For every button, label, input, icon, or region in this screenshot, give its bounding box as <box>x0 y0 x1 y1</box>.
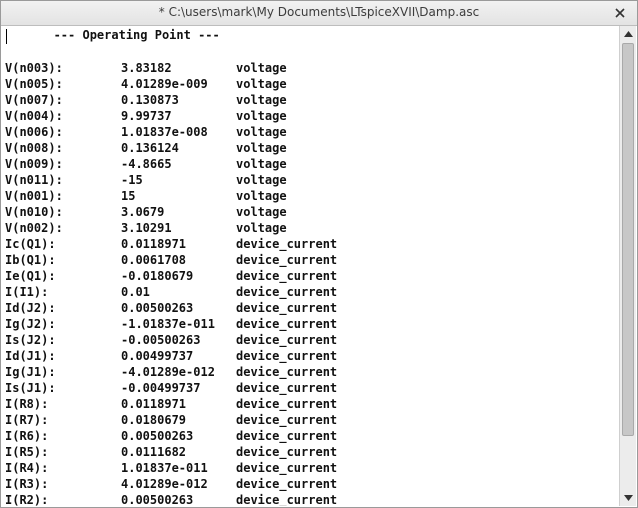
row-type: voltage <box>236 141 287 155</box>
row-type: device_current <box>236 349 338 363</box>
row-name: I(R3): <box>5 477 49 491</box>
row-value: 0.0118971 <box>121 397 187 411</box>
row-value: 0.00500263 <box>121 429 194 443</box>
row-type: voltage <box>236 173 287 187</box>
row-value: 0.00500263 <box>121 493 194 506</box>
row-type: device_current <box>236 413 338 427</box>
row-name: Id(J1): <box>5 349 56 363</box>
row-type: device_current <box>236 333 338 347</box>
row-value: 0.0111682 <box>121 445 187 459</box>
vertical-scrollbar[interactable] <box>619 26 636 506</box>
row-name: Ic(Q1): <box>5 237 56 251</box>
row-type: voltage <box>236 93 287 107</box>
row-value: 0.0180679 <box>121 413 187 427</box>
operating-point-header: --- Operating Point --- <box>3 28 220 42</box>
row-value: 0.00500263 <box>121 301 194 315</box>
row-value: -0.0180679 <box>121 269 194 283</box>
row-type: device_current <box>236 301 338 315</box>
row-value: 0.136124 <box>121 141 179 155</box>
row-type: voltage <box>236 157 287 171</box>
row-type: device_current <box>236 477 338 491</box>
row-type: device_current <box>236 317 338 331</box>
row-name: Ig(J2): <box>5 317 56 331</box>
row-type: device_current <box>236 269 338 283</box>
row-name: V(n001): <box>5 189 63 203</box>
row-value: -4.8665 <box>121 157 172 171</box>
row-name: V(n010): <box>5 205 63 219</box>
row-value: -0.00499737 <box>121 381 201 395</box>
close-button[interactable] <box>611 4 629 22</box>
row-name: V(n006): <box>5 125 63 139</box>
triangle-up-icon <box>623 31 633 37</box>
row-name: I(R5): <box>5 445 49 459</box>
row-name: Is(J1): <box>5 381 56 395</box>
row-value: 3.10291 <box>121 221 172 235</box>
row-value: 3.83182 <box>121 61 172 75</box>
row-value: 0.0061708 <box>121 253 187 267</box>
row-type: device_current <box>236 461 338 475</box>
close-icon <box>615 8 625 18</box>
row-type: device_current <box>236 285 338 299</box>
row-name: V(n008): <box>5 141 63 155</box>
row-name: V(n009): <box>5 157 63 171</box>
row-type: voltage <box>236 109 287 123</box>
row-type: voltage <box>236 189 287 203</box>
row-name: I(R6): <box>5 429 49 443</box>
row-name: V(n011): <box>5 173 63 187</box>
row-type: voltage <box>236 125 287 139</box>
row-name: Ig(J1): <box>5 365 56 379</box>
row-value: 4.01289e-012 <box>121 477 208 491</box>
row-type: device_current <box>236 365 338 379</box>
row-value: -15 <box>121 173 143 187</box>
row-value: 0.00499737 <box>121 349 194 363</box>
row-value: 3.0679 <box>121 205 165 219</box>
scrollbar-thumb[interactable] <box>622 43 634 436</box>
row-name: Ie(Q1): <box>5 269 56 283</box>
triangle-down-icon <box>623 495 633 501</box>
row-name: V(n003): <box>5 61 63 75</box>
row-value: 15 <box>121 189 136 203</box>
row-value: -4.01289e-012 <box>121 365 215 379</box>
row-name: I(R4): <box>5 461 49 475</box>
row-value: 0.130873 <box>121 93 179 107</box>
title-bar[interactable]: * C:\users\mark\My Documents\LTspiceXVII… <box>1 1 637 26</box>
row-name: V(n004): <box>5 109 63 123</box>
row-name: V(n007): <box>5 93 63 107</box>
operating-point-text-area[interactable]: --- Operating Point --- V(n003): 3.83182 v… <box>3 26 619 506</box>
row-type: voltage <box>236 77 287 91</box>
row-type: device_current <box>236 237 338 251</box>
row-type: voltage <box>236 205 287 219</box>
row-name: V(n005): <box>5 77 63 91</box>
scroll-up-button[interactable] <box>620 26 636 42</box>
row-type: device_current <box>236 253 338 267</box>
row-type: device_current <box>236 493 338 506</box>
row-value: -1.01837e-011 <box>121 317 215 331</box>
row-name: I(R2): <box>5 493 49 506</box>
row-name: Id(J2): <box>5 301 56 315</box>
row-type: device_current <box>236 381 338 395</box>
row-name: Is(J2): <box>5 333 56 347</box>
row-type: voltage <box>236 61 287 75</box>
ltspice-output-window: * C:\users\mark\My Documents\LTspiceXVII… <box>0 0 638 508</box>
row-value: 0.0118971 <box>121 237 187 251</box>
row-name: V(n002): <box>5 221 63 235</box>
row-name: I(R8): <box>5 397 49 411</box>
scroll-down-button[interactable] <box>620 490 636 506</box>
row-type: device_current <box>236 445 338 459</box>
row-type: device_current <box>236 429 338 443</box>
row-value: -0.00500263 <box>121 333 201 347</box>
row-value: 9.99737 <box>121 109 172 123</box>
row-value: 4.01289e-009 <box>121 77 208 91</box>
row-value: 1.01837e-011 <box>121 461 208 475</box>
row-name: Ib(Q1): <box>5 253 56 267</box>
row-type: voltage <box>236 221 287 235</box>
row-name: I(R7): <box>5 413 49 427</box>
row-name: I(I1): <box>5 285 49 299</box>
window-title: * C:\users\mark\My Documents\LTspiceXVII… <box>158 5 480 19</box>
row-type: device_current <box>236 397 338 411</box>
row-value: 1.01837e-008 <box>121 125 208 139</box>
row-value: 0.01 <box>121 285 150 299</box>
